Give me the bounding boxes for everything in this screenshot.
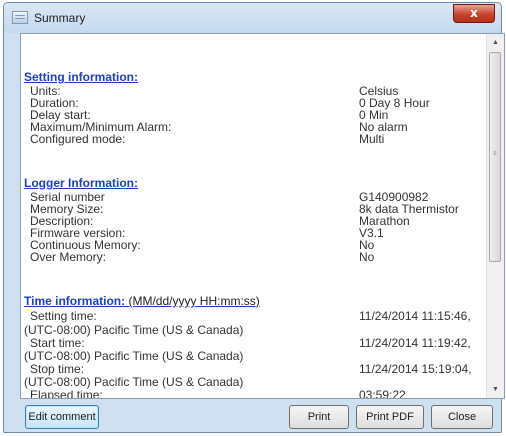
configured-mode-value: Multi bbox=[359, 132, 385, 146]
close-x-icon: x bbox=[470, 6, 478, 20]
configured-mode-label: Configured mode: bbox=[30, 132, 126, 146]
over-memory-label: Over Memory: bbox=[30, 250, 107, 264]
over-memory-value: No bbox=[359, 250, 375, 264]
time-format-note: (MM/dd/yyyy HH:mm:ss) bbox=[125, 294, 260, 308]
summary-content: Setting information: Units: Celsius Dura… bbox=[20, 33, 505, 399]
print-pdf-button[interactable]: Print PDF bbox=[356, 405, 424, 429]
summary-window: Summary x Setting information: Units: Ce… bbox=[3, 2, 505, 433]
close-button[interactable]: Close bbox=[431, 405, 493, 429]
setting-time-label: Setting time: bbox=[30, 309, 97, 323]
scroll-down-arrow-icon[interactable]: ▼ bbox=[487, 381, 504, 398]
window-title: Summary bbox=[34, 11, 86, 25]
elapsed-time-label: Elapsed time: bbox=[30, 388, 103, 398]
title-bar[interactable]: Summary x bbox=[4, 3, 501, 33]
logger-info-heading[interactable]: Logger Information: bbox=[24, 176, 138, 190]
window-icon bbox=[12, 11, 28, 24]
start-time-timezone: (UTC-08:00) Pacific Time (US & Canada) bbox=[24, 349, 244, 363]
close-window-button[interactable]: x bbox=[453, 4, 495, 23]
edit-comment-button[interactable]: Edit comment bbox=[25, 405, 99, 429]
grip-icon: ≡ bbox=[493, 151, 497, 157]
print-button[interactable]: Print bbox=[289, 405, 349, 429]
elapsed-time-value: 03:59:22 bbox=[359, 388, 406, 398]
stop-time-value: 11/24/2014 15:19:04, bbox=[359, 362, 472, 376]
summary-scroll-area: Setting information: Units: Celsius Dura… bbox=[21, 34, 486, 398]
start-time-label: Start time: bbox=[30, 336, 85, 350]
scrollbar-thumb[interactable]: ≡ bbox=[489, 52, 501, 262]
stop-time-label: Stop time: bbox=[30, 362, 85, 376]
setting-time-timezone: (UTC-08:00) Pacific Time (US & Canada) bbox=[24, 323, 244, 337]
time-info-heading: Time information: (MM/dd/yyyy HH:mm:ss) bbox=[24, 294, 260, 308]
start-time-value: 11/24/2014 11:19:42, bbox=[359, 336, 471, 350]
stop-time-timezone: (UTC-08:00) Pacific Time (US & Canada) bbox=[24, 375, 244, 389]
time-info-title[interactable]: Time information: bbox=[24, 294, 125, 308]
vertical-scrollbar[interactable]: ▲ ≡ ▼ bbox=[486, 34, 504, 398]
scroll-up-arrow-icon[interactable]: ▲ bbox=[487, 34, 504, 51]
setting-info-heading[interactable]: Setting information: bbox=[24, 70, 138, 84]
setting-time-value: 11/24/2014 11:15:46, bbox=[359, 309, 471, 323]
